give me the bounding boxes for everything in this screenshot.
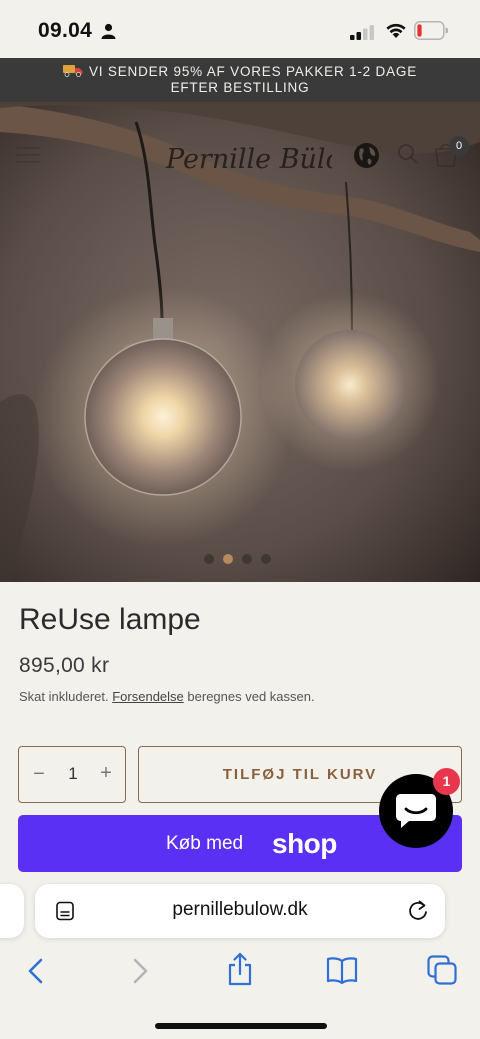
forward-icon[interactable]	[128, 956, 152, 986]
gallery-dot[interactable]	[261, 554, 271, 564]
quantity-input[interactable]: 1	[59, 764, 87, 784]
shop-pay-label: Køb med	[166, 833, 244, 854]
home-indicator	[155, 1023, 327, 1029]
shop-pay-logo: shop	[272, 828, 337, 859]
status-time: 09.04	[38, 19, 93, 42]
gallery-dot[interactable]	[204, 554, 214, 564]
bookmarks-icon[interactable]	[326, 956, 358, 984]
product-price: 895,00 kr	[19, 654, 110, 677]
cart-count-badge: 0	[449, 136, 469, 156]
tax-note: Skat inkluderet. Forsendelse beregnes ve…	[19, 689, 315, 704]
signal-icon	[350, 25, 374, 40]
person-icon	[101, 23, 116, 39]
announcement-bar: VI SENDER 95% AF VORES PAKKER 1-2 DAGE E…	[0, 58, 480, 102]
announcement-line-1: VI SENDER 95% AF VORES PAKKER 1-2 DAGE	[89, 64, 417, 79]
search-icon[interactable]	[397, 143, 419, 165]
gallery-pagination	[204, 554, 271, 564]
gallery-dot-active[interactable]	[223, 554, 233, 564]
quantity-stepper: − 1 +	[18, 746, 126, 803]
reload-icon[interactable]	[407, 899, 429, 923]
previous-tab-peek[interactable]	[0, 884, 24, 938]
tabs-icon[interactable]	[427, 955, 458, 985]
address-bar[interactable]: pernillebulow.dk	[35, 884, 445, 938]
product-title: ReUse lampe	[19, 603, 201, 636]
product-gallery[interactable]: Pernille Bülow 0	[0, 102, 480, 582]
chat-notification-badge: 1	[433, 768, 460, 795]
menu-icon[interactable]	[16, 146, 40, 164]
tax-note-suffix: beregnes ved kassen.	[187, 689, 315, 704]
share-icon[interactable]	[226, 952, 254, 986]
truck-icon	[63, 65, 83, 77]
quantity-decrease-button[interactable]: −	[30, 763, 48, 786]
tax-note-prefix: Skat inkluderet.	[19, 689, 109, 704]
chat-bubble-icon	[396, 794, 436, 828]
globe-icon[interactable]	[353, 142, 380, 169]
site-logo[interactable]: Pernille Bülow	[162, 134, 365, 184]
gallery-dot[interactable]	[242, 554, 252, 564]
wifi-icon	[386, 23, 406, 38]
quantity-increase-button[interactable]: +	[97, 762, 115, 785]
battery-icon	[414, 21, 448, 40]
announcement-line-2: EFTER BESTILLING	[170, 80, 310, 95]
url-text[interactable]: pernillebulow.dk	[95, 899, 385, 921]
status-bar: 09.04	[0, 0, 480, 58]
logo-text: Pernille Bülow	[165, 144, 332, 175]
back-icon[interactable]	[24, 956, 48, 986]
reader-icon[interactable]	[55, 901, 75, 921]
browser-toolbar: pernillebulow.dk	[0, 876, 480, 1039]
shipping-link[interactable]: Forsendelse	[112, 689, 184, 704]
